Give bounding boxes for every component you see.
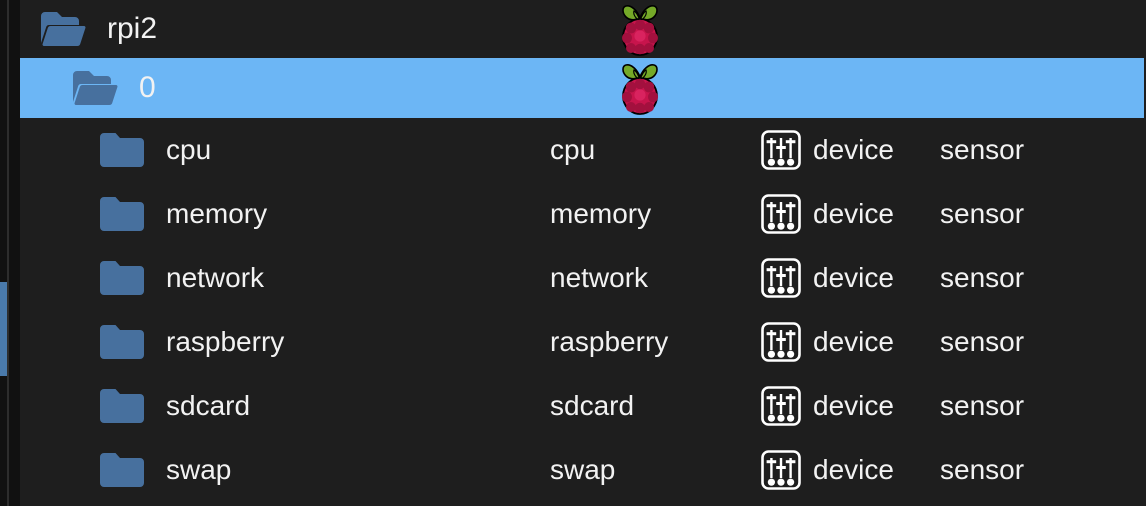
tree-row-name-cell[interactable]: rpi2 <box>20 11 580 47</box>
tree-row[interactable]: raspberry raspberry device sensor <box>20 310 1146 374</box>
mixer-faders-icon <box>761 258 801 298</box>
tree-row-device-label: device <box>813 390 894 421</box>
folder-closed-icon <box>100 325 144 359</box>
tree-row-device-label: device <box>813 326 894 357</box>
tree-row-device-cell: device <box>760 129 920 171</box>
vertical-scrollbar-thumb[interactable] <box>0 282 7 376</box>
tree-row-type: swap <box>550 454 616 485</box>
tree-row-name-cell[interactable]: memory <box>20 197 550 231</box>
tree-row-list: rpi2 0 cpu cpu device sensor memory memo… <box>20 0 1146 506</box>
tree-row-name-cell[interactable]: 0 <box>20 70 580 106</box>
tree-row-name-cell[interactable]: swap <box>20 453 550 487</box>
folder-closed-icon <box>100 133 144 167</box>
tree-row[interactable]: 0 <box>20 58 1146 118</box>
raspberry-pi-logo-icon <box>622 5 658 56</box>
tree-row-device-cell: device <box>760 321 920 363</box>
tree-row-device-cell: device <box>760 257 920 299</box>
tree-row[interactable]: memory memory device sensor <box>20 182 1146 246</box>
tree-row-name-cell[interactable]: sdcard <box>20 389 550 423</box>
tree-row-sensor-label: sensor <box>940 390 1025 421</box>
mixer-faders-icon <box>761 194 801 234</box>
tree-row-device-label: device <box>813 454 894 485</box>
raspberry-pi-logo-cell <box>580 1 700 57</box>
tree-row-device-cell: device <box>760 449 920 491</box>
tree-row-label: rpi2 <box>107 12 158 45</box>
tree-row-name-cell[interactable]: raspberry <box>20 325 550 359</box>
tree-row-type: raspberry <box>550 326 669 357</box>
mixer-faders-icon <box>761 130 801 170</box>
tree-row-type: cpu <box>550 134 596 165</box>
tree-row-label: raspberry <box>166 326 285 357</box>
tree-row-name-cell[interactable]: network <box>20 261 550 295</box>
tree-row-device-cell: device <box>760 193 920 235</box>
tree-row[interactable]: swap swap device sensor <box>20 438 1146 502</box>
folder-closed-icon <box>100 197 144 231</box>
folder-open-icon <box>73 71 118 105</box>
raspberry-pi-logo-icon <box>622 64 658 115</box>
tree-row-sensor-label: sensor <box>940 134 1025 165</box>
tree-row-sensor-label: sensor <box>940 198 1025 229</box>
tree-row-label: cpu <box>166 134 212 165</box>
tree-row[interactable]: sdcard sdcard device sensor <box>20 374 1146 438</box>
tree-row[interactable]: cpu cpu device sensor <box>20 118 1146 182</box>
tree-row-type: network <box>550 262 649 293</box>
folder-closed-icon <box>100 389 144 423</box>
left-gutter <box>0 0 20 506</box>
tree-row[interactable]: rpi2 <box>20 0 1146 58</box>
tree-row-label: network <box>166 262 265 293</box>
tree-row-label: memory <box>166 198 268 229</box>
raspberry-pi-logo-cell <box>580 60 700 116</box>
tree-row-sensor-label: sensor <box>940 326 1025 357</box>
tree-row-label: 0 <box>139 71 156 104</box>
tree-row-type: sdcard <box>550 390 635 421</box>
folder-closed-icon <box>100 453 144 487</box>
tree-row-device-label: device <box>813 198 894 229</box>
folder-closed-icon <box>100 261 144 295</box>
tree-row-device-cell: device <box>760 385 920 427</box>
tree-row-sensor-label: sensor <box>940 262 1025 293</box>
gutter-divider <box>7 0 9 506</box>
tree-row-label: swap <box>166 454 232 485</box>
tree-row-type: memory <box>550 198 652 229</box>
vertical-scrollbar-track[interactable] <box>0 0 7 506</box>
mixer-faders-icon <box>761 322 801 362</box>
tree-row-device-label: device <box>813 134 894 165</box>
tree-row-sensor-label: sensor <box>940 454 1025 485</box>
tree-row-device-label: device <box>813 262 894 293</box>
tree-row-label: sdcard <box>166 390 251 421</box>
mixer-faders-icon <box>761 450 801 490</box>
folder-open-icon <box>41 12 86 46</box>
tree-row[interactable]: network network device sensor <box>20 246 1146 310</box>
tree-row-name-cell[interactable]: cpu <box>20 133 550 167</box>
mixer-faders-icon <box>761 386 801 426</box>
tree-view-panel: rpi2 0 cpu cpu device sensor memory memo… <box>0 0 1146 506</box>
